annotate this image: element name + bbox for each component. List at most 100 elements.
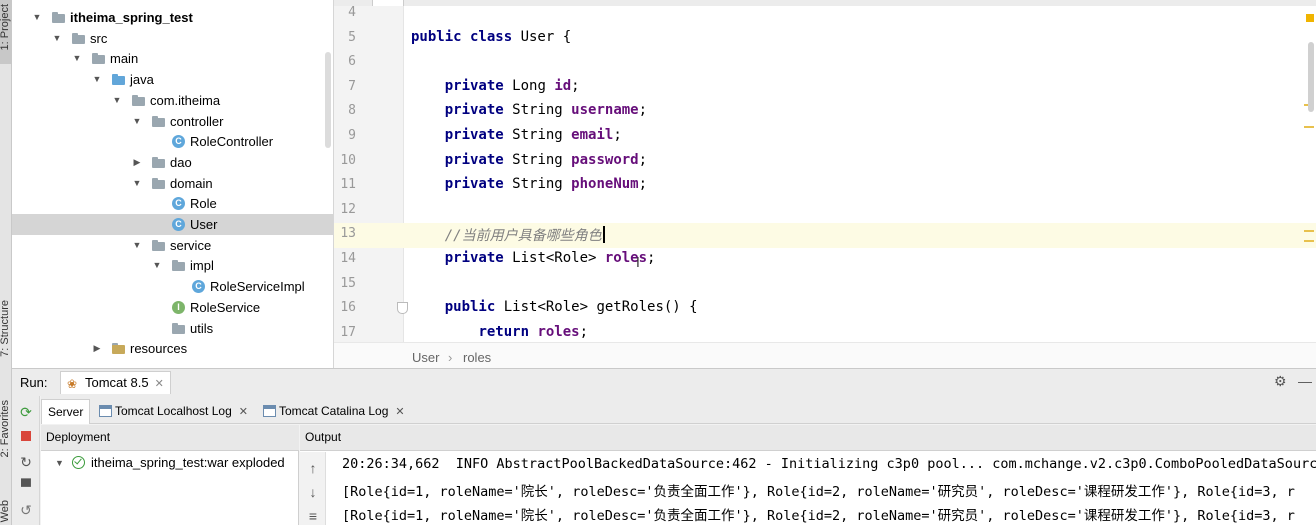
output-line: [Role{id=1, roleName='院长', roleDesc='负责全… bbox=[342, 508, 1295, 524]
chevron-down-icon[interactable]: ▼ bbox=[55, 452, 64, 474]
tomcat-icon: ❀ bbox=[67, 377, 78, 391]
tree-item-label: dao bbox=[170, 154, 192, 170]
breadcrumb-field[interactable]: roles bbox=[463, 350, 491, 365]
stripe-mark[interactable] bbox=[1304, 126, 1314, 128]
chevron-down-icon[interactable]: ▼ bbox=[92, 74, 102, 84]
chevron-down-icon[interactable]: ▼ bbox=[132, 116, 142, 126]
tree-item-service[interactable]: ▼ service bbox=[12, 235, 333, 256]
code-line[interactable]: 10 private String password; bbox=[334, 150, 1316, 175]
chevron-down-icon[interactable]: ▼ bbox=[132, 178, 142, 188]
tab-server[interactable]: Server bbox=[41, 399, 91, 424]
chevron-down-icon[interactable]: ▼ bbox=[52, 33, 62, 43]
chevron-down-icon[interactable]: ▼ bbox=[32, 12, 42, 22]
breadcrumb-class[interactable]: User bbox=[412, 350, 439, 365]
stripe-mark[interactable] bbox=[1304, 240, 1314, 242]
redeploy-icon[interactable]: ↺ bbox=[18, 502, 34, 518]
interface-icon: I bbox=[172, 300, 185, 314]
deployment-item[interactable]: ▼ itheima_spring_test:war exploded bbox=[41, 452, 299, 474]
tab-catalina-log[interactable]: Tomcat Catalina Log ✕ bbox=[257, 399, 411, 424]
minimize-icon[interactable]: — bbox=[1298, 373, 1312, 389]
package-icon bbox=[172, 322, 185, 334]
tree-item-domain[interactable]: ▼ domain bbox=[12, 173, 333, 194]
stop-button[interactable] bbox=[18, 428, 34, 444]
gear-icon[interactable]: ⚙ bbox=[1274, 373, 1287, 390]
scroll-down-icon[interactable]: ↓ bbox=[305, 484, 321, 500]
tree-item-com-itheima[interactable]: ▼ com.itheima bbox=[12, 90, 333, 111]
code-line[interactable]: 7 private Long id; bbox=[334, 76, 1316, 101]
project-tool-label[interactable]: 1: Project bbox=[0, 4, 11, 50]
close-icon[interactable]: ✕ bbox=[155, 378, 164, 390]
chevron-down-icon[interactable]: ▼ bbox=[152, 260, 162, 270]
tree-item-role[interactable]: C Role bbox=[12, 193, 333, 214]
chevron-down-icon[interactable]: ▼ bbox=[72, 53, 82, 63]
code-line[interactable]: 5 public class User { bbox=[334, 27, 1316, 52]
text-caret bbox=[602, 226, 605, 244]
output-panel: Output ↑ ↓ ≡ 20:26:34,662 INFO AbstractP… bbox=[300, 425, 1316, 525]
stripe-mark[interactable] bbox=[1304, 230, 1314, 232]
run-config-label: Tomcat 8.5 bbox=[85, 375, 149, 390]
log-icon bbox=[263, 405, 276, 417]
structure-tool-label[interactable]: 7: Structure bbox=[0, 300, 11, 357]
chevron-right-icon[interactable]: ▶ bbox=[92, 343, 102, 353]
code-line[interactable]: 8 private String username; bbox=[334, 100, 1316, 125]
tree-item-roleservice[interactable]: I RoleService bbox=[12, 297, 333, 318]
soft-wrap-icon[interactable]: ≡ bbox=[305, 508, 321, 524]
mouse-text-cursor-icon: I bbox=[636, 256, 640, 271]
chevron-down-icon[interactable]: ▼ bbox=[132, 240, 142, 250]
tab-localhost-log-label: Tomcat Localhost Log bbox=[115, 404, 232, 418]
output-header: Output bbox=[300, 425, 1316, 451]
rerun-icon[interactable]: ↻ bbox=[18, 454, 34, 470]
tree-item-label: resources bbox=[130, 341, 188, 357]
update-icon[interactable]: ⟳ bbox=[18, 404, 34, 420]
tree-item-dao[interactable]: ▶ dao bbox=[12, 152, 333, 173]
tree-item-user[interactable]: C User bbox=[12, 214, 333, 235]
warning-indicator-icon[interactable] bbox=[1306, 14, 1314, 22]
scroll-up-icon[interactable]: ↑ bbox=[305, 460, 321, 476]
code-line[interactable]: 9 private String email; bbox=[334, 125, 1316, 150]
tree-item-roleserviceimpl[interactable]: C RoleServiceImpl bbox=[12, 276, 333, 297]
tree-item-label: RoleService bbox=[190, 299, 261, 315]
code-text: private List<Role> roles; bbox=[444, 250, 656, 266]
tree-item-label: impl bbox=[190, 258, 214, 274]
run-header: Run: ❀ Tomcat 8.5 ✕ ⚙ — bbox=[12, 369, 1316, 396]
tree-item-src[interactable]: ▼ src bbox=[12, 28, 333, 49]
fold-icon[interactable] bbox=[397, 302, 408, 315]
code-line[interactable]: 15 bbox=[334, 273, 1316, 298]
tree-item-itheima-spring-test[interactable]: ▼ itheima_spring_test bbox=[12, 7, 333, 28]
tree-item-impl[interactable]: ▼ impl bbox=[12, 255, 333, 276]
code-line[interactable]: 12 bbox=[334, 199, 1316, 224]
code-line[interactable]: 11 private String phoneNum; bbox=[334, 174, 1316, 199]
favorites-tool-label[interactable]: 2: Favorites bbox=[0, 400, 11, 457]
deployment-item-label: itheima_spring_test:war exploded bbox=[91, 455, 285, 470]
chevron-right-icon[interactable]: ▶ bbox=[132, 157, 142, 167]
close-icon[interactable]: ✕ bbox=[395, 406, 404, 418]
layout-icon[interactable]: ▀ bbox=[18, 478, 34, 494]
line-number: 9 bbox=[348, 128, 356, 143]
code-text: return roles; bbox=[478, 323, 589, 340]
run-config-tab[interactable]: ❀ Tomcat 8.5 ✕ bbox=[60, 371, 171, 394]
tree-item-resources[interactable]: ▶ resources bbox=[12, 338, 333, 359]
code-line[interactable]: 4 bbox=[334, 2, 1316, 27]
tree-item-utils[interactable]: utils bbox=[12, 318, 333, 339]
line-number: 16 bbox=[340, 300, 356, 316]
code-text: //当前用户具备哪些角色 bbox=[411, 225, 605, 245]
web-tool-label[interactable]: Web bbox=[0, 500, 11, 522]
tree-item-rolecontroller[interactable]: C RoleController bbox=[12, 131, 333, 152]
tab-localhost-log[interactable]: Tomcat Localhost Log ✕ bbox=[93, 399, 254, 424]
code-line[interactable]: 16 public List<Role> getRoles() { bbox=[334, 297, 1316, 322]
deployment-header: Deployment bbox=[41, 425, 299, 451]
tree-item-main[interactable]: ▼ main bbox=[12, 48, 333, 69]
code-text: public class User { bbox=[411, 28, 572, 45]
line-number: 17 bbox=[340, 324, 356, 340]
editor-scrollbar[interactable] bbox=[1308, 42, 1314, 112]
folder-icon bbox=[112, 343, 125, 355]
project-scrollbar[interactable] bbox=[325, 52, 331, 148]
chevron-down-icon[interactable]: ▼ bbox=[112, 95, 122, 105]
tree-item-java[interactable]: ▼ java bbox=[12, 69, 333, 90]
tree-item-controller[interactable]: ▼ controller bbox=[12, 111, 333, 132]
close-icon[interactable]: ✕ bbox=[239, 406, 248, 418]
code-line[interactable]: 6 bbox=[334, 51, 1316, 76]
run-tool-window: Run: ❀ Tomcat 8.5 ✕ ⚙ — ⟳ ↻ ▀ ↺ Server Tom… bbox=[12, 368, 1316, 525]
code-line[interactable]: 14 private List<Role> roles; bbox=[334, 248, 1316, 273]
code-line[interactable]: 13 //当前用户具备哪些角色 bbox=[334, 223, 1316, 248]
